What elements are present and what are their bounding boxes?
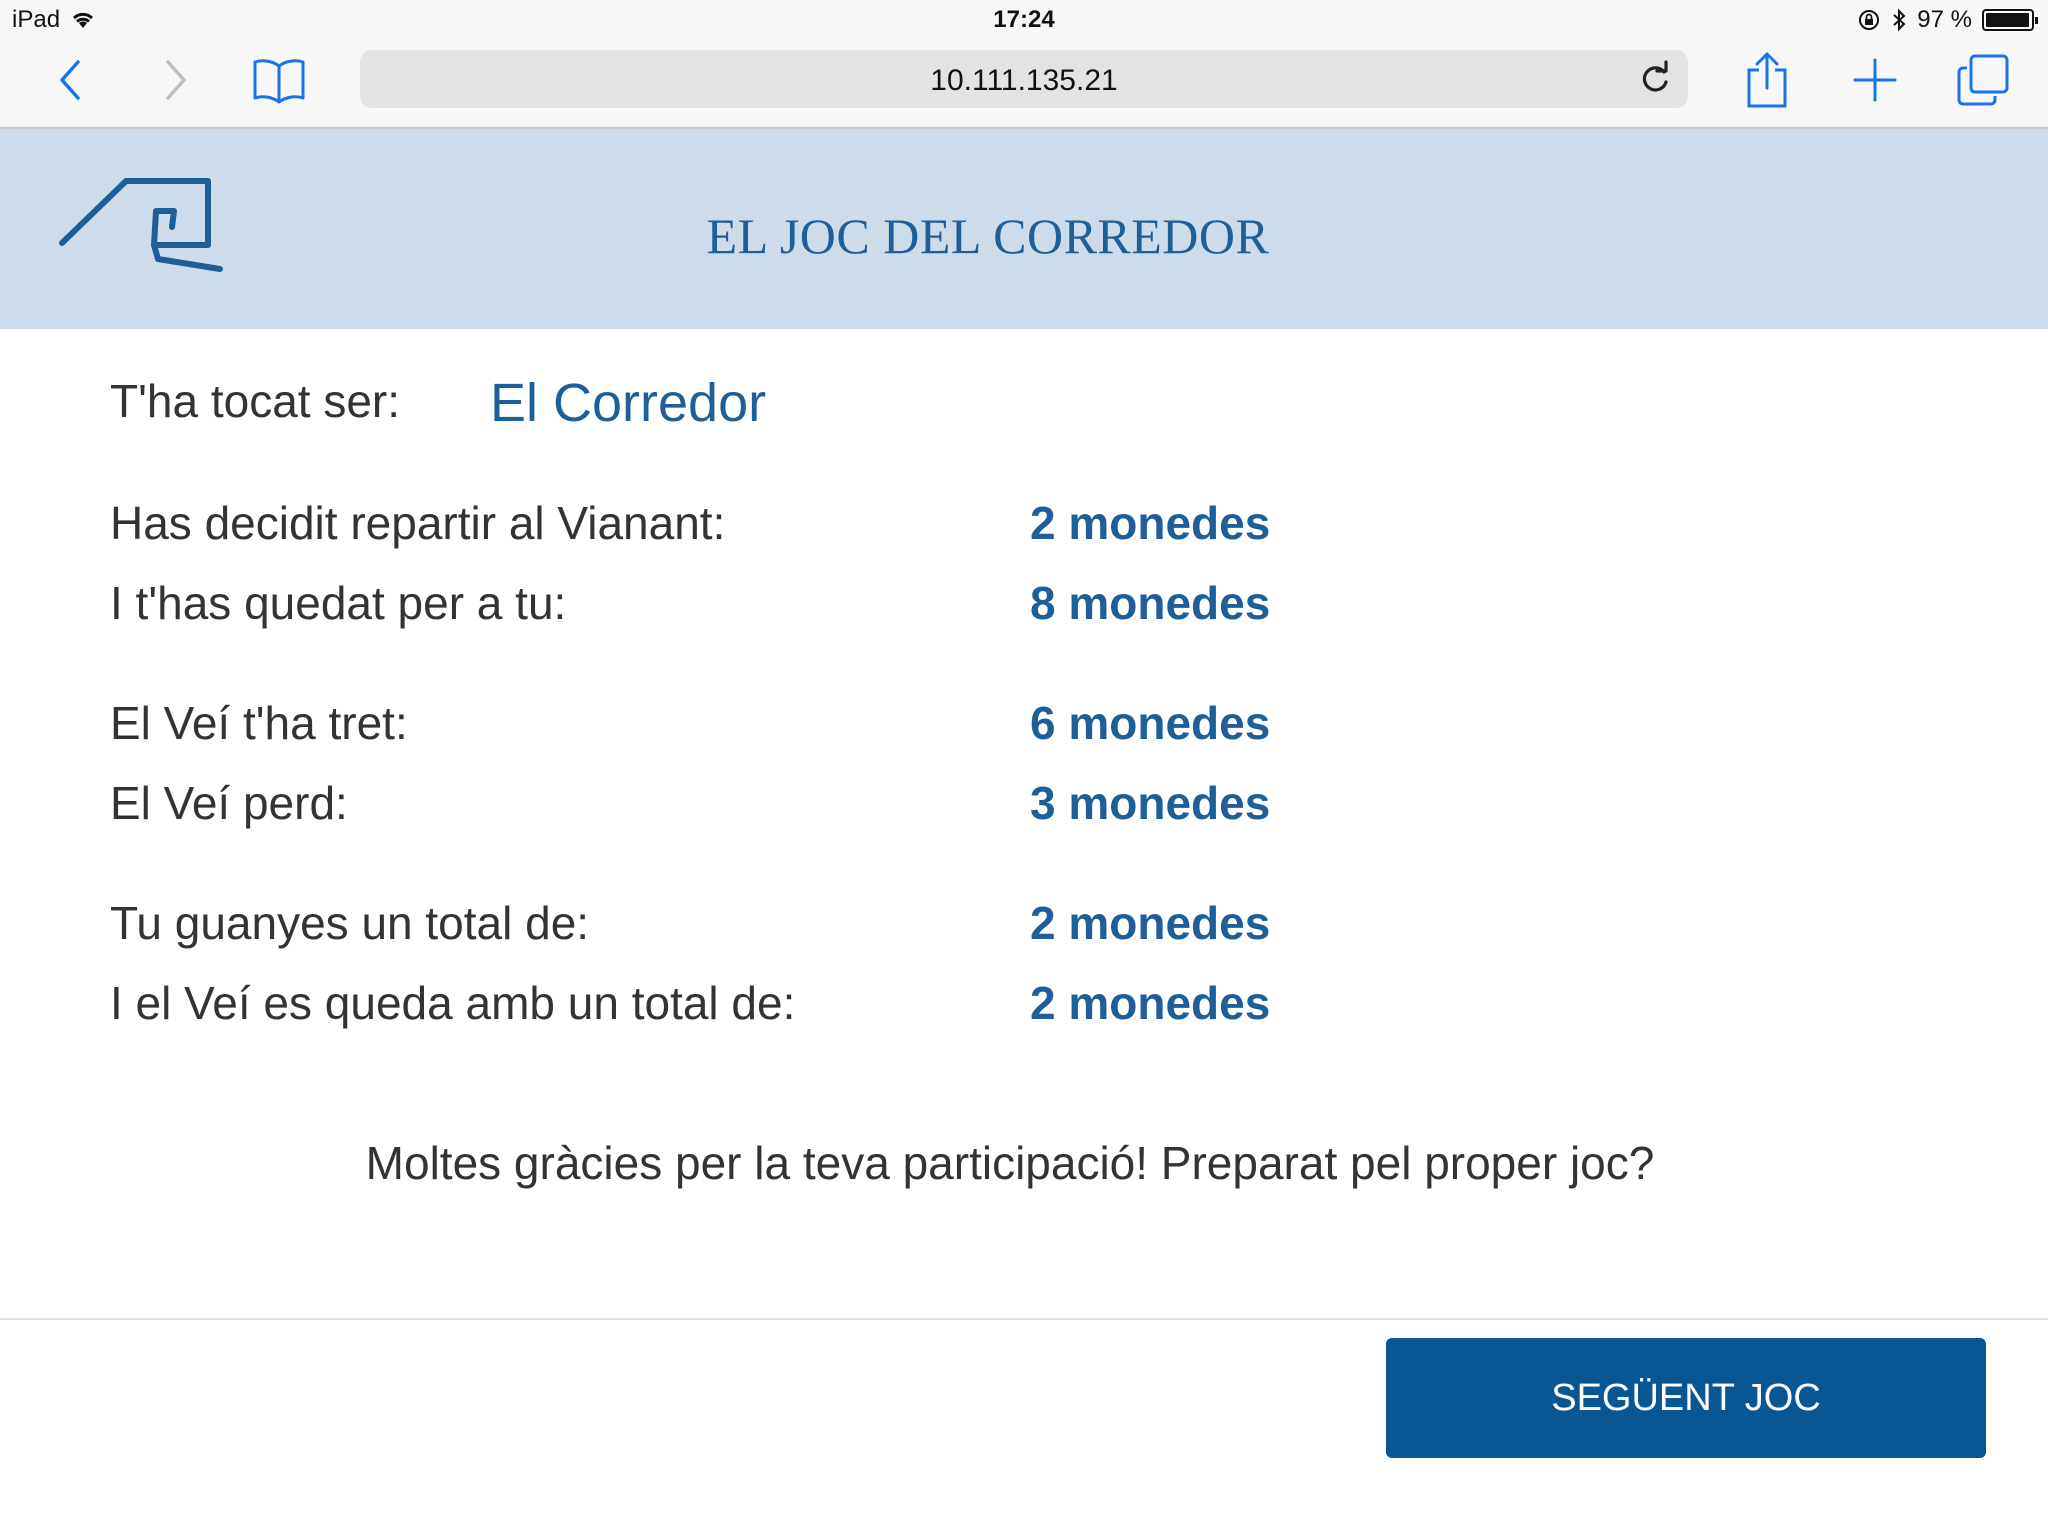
back-button[interactable] (36, 50, 106, 110)
result-value: 2 monedes (1030, 977, 1271, 1029)
page-header: EL JOC DEL CORREDOR (0, 129, 2048, 329)
forward-button[interactable] (140, 50, 210, 110)
share-button[interactable] (1732, 50, 1802, 110)
result-value: 2 monedes (1030, 897, 1271, 949)
result-label: I el Veí es queda amb un total de: (110, 977, 796, 1029)
result-label: Has decidit repartir al Vianant: (110, 497, 726, 549)
result-row-distributed: Has decidit repartir al Vianant: 2 moned… (110, 496, 1410, 556)
tabs-button[interactable] (1948, 50, 2018, 110)
back-icon (60, 60, 80, 100)
result-value: 8 monedes (1030, 577, 1271, 629)
result-label: I t'has quedat per a tu: (110, 577, 567, 629)
result-label: Tu guanyes un total de: (110, 897, 590, 949)
reload-icon[interactable] (1636, 60, 1674, 98)
rotation-lock-icon (1859, 10, 1880, 30)
result-value: 3 monedes (1030, 777, 1271, 829)
share-icon (1747, 52, 1787, 108)
result-value: 6 monedes (1030, 697, 1271, 749)
status-right: 97 % (1857, 6, 2038, 34)
thanks-message: Moltes gràcies per la teva participació!… (365, 1137, 1655, 1189)
page-title: EL JOC DEL CORREDOR (706, 208, 1270, 264)
battery-percent: 97 % (1917, 6, 1972, 33)
footer-divider (0, 1318, 2048, 1320)
new-tab-icon (1853, 58, 1897, 102)
result-label: El Veí perd: (110, 777, 348, 829)
role-label: T'ha tocat ser: (110, 375, 401, 427)
bookmarks-icon (253, 59, 305, 104)
browser-toolbar: 10.111.135.21 (0, 40, 2048, 129)
result-row-taken: El Veí t'ha tret: 6 monedes (110, 696, 1410, 756)
battery-icon (1982, 9, 2038, 31)
result-label: El Veí t'ha tret: (110, 697, 408, 749)
bookmarks-button[interactable] (244, 50, 314, 110)
result-value: 2 monedes (1030, 497, 1271, 549)
battery-level (1986, 13, 2029, 27)
address-bar[interactable]: 10.111.135.21 (360, 50, 1688, 108)
result-row-neighbor-total: I el Veí es queda amb un total de: 2 mon… (110, 976, 1410, 1036)
status-time: 17:24 (993, 6, 1055, 33)
role-value: El Corredor (490, 373, 767, 433)
result-row-kept: I t'has quedat per a tu: 8 monedes (110, 576, 1410, 636)
url-text: 10.111.135.21 (930, 64, 1118, 97)
result-row-your-total: Tu guanyes un total de: 2 monedes (110, 896, 1410, 956)
tabs-icon (1957, 54, 2009, 106)
status-bar: iPad 17:24 97 % (0, 0, 2048, 40)
next-game-button[interactable]: SEGÜENT JOC (1386, 1338, 1986, 1458)
bluetooth-icon (1893, 8, 1906, 32)
result-row-lost: El Veí perd: 3 monedes (110, 776, 1410, 836)
new-tab-button[interactable] (1840, 50, 1910, 110)
forward-icon (166, 60, 186, 100)
